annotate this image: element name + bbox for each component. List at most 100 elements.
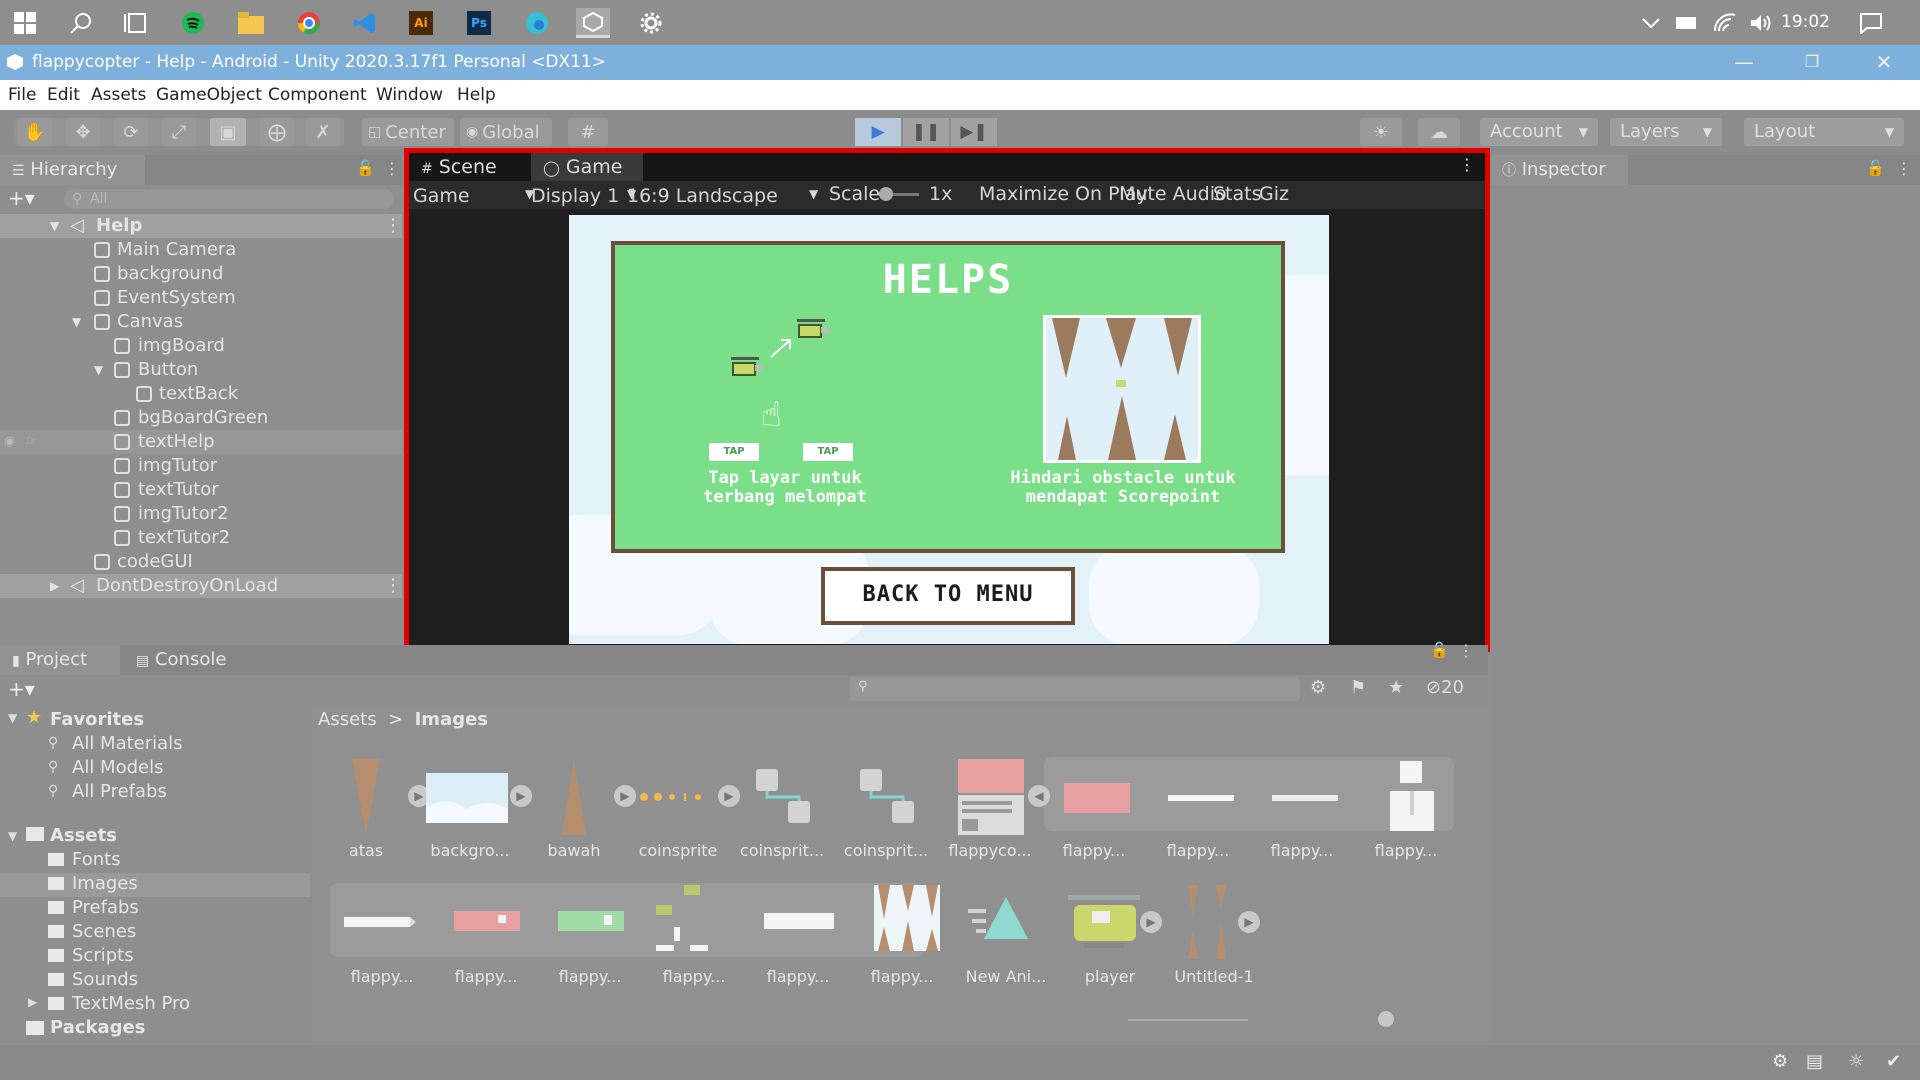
spotify-icon[interactable] — [178, 8, 208, 38]
close-icon[interactable]: ✕ — [1864, 47, 1904, 77]
asset-flappy-4[interactable]: flappy... — [1354, 757, 1458, 867]
rect-tool-icon[interactable]: ▣ — [210, 118, 246, 146]
favorite-all-models[interactable]: All Models — [72, 757, 163, 778]
menu-gameobject[interactable]: GameObject — [156, 85, 262, 105]
folder-prefabs[interactable]: Prefabs — [72, 897, 139, 918]
kebab-menu-icon[interactable]: ⋮ — [384, 214, 402, 238]
check-circle-icon[interactable]: ✔ — [1886, 1051, 1901, 1072]
space-toggle[interactable]: ◉ Global — [460, 118, 552, 146]
tab-project[interactable]: ▮ Project — [0, 645, 120, 675]
tab-console[interactable]: ▤ Console — [124, 645, 254, 675]
vscode-icon[interactable] — [350, 8, 380, 38]
layers-dropdown[interactable]: Layers ▼ — [1610, 118, 1722, 146]
breadcrumb-images[interactable]: Images — [415, 709, 488, 730]
label-tag-icon[interactable]: ⚑ — [1350, 677, 1366, 698]
hierarchy-item-dontdestroyonload[interactable]: ▶ ◁ DontDestroyOnLoad ⋮ — [0, 574, 402, 598]
asset-player[interactable]: player — [1058, 883, 1162, 993]
asset-coinsprite-2[interactable]: coinsprit... — [730, 757, 834, 867]
mute-audio-toggle[interactable]: Mute Audio — [1119, 183, 1227, 205]
favorite-all-prefabs[interactable]: All Prefabs — [72, 781, 167, 802]
hierarchy-item-texthelp[interactable]: ◉ ☞ textHelp — [0, 430, 402, 454]
menu-assets[interactable]: Assets — [91, 85, 146, 105]
kebab-menu-icon[interactable]: ⋮ — [1459, 155, 1475, 174]
hierarchy-item-bgboardgreen[interactable]: bgBoardGreen — [0, 406, 402, 430]
menu-component[interactable]: Component — [268, 85, 367, 105]
hierarchy-item-help[interactable]: ▼ ◁ Help ⋮ — [0, 214, 402, 238]
tab-hierarchy[interactable]: ☰ Hierarchy — [0, 155, 145, 185]
clock[interactable]: 19:02 — [1781, 12, 1830, 32]
asset-flappy-8[interactable]: flappy... — [642, 883, 746, 993]
hierarchy-item-textback[interactable]: textBack — [0, 382, 402, 406]
filter-type-icon[interactable]: ⚙ — [1310, 677, 1326, 698]
kebab-menu-icon[interactable]: ⋮ — [1458, 641, 1474, 660]
visibility-eye-icon[interactable]: ◉ — [4, 430, 15, 454]
thumbnail-size-slider[interactable] — [1128, 1019, 1248, 1021]
hierarchy-item-button[interactable]: ▼ Button — [0, 358, 402, 382]
folder-sounds[interactable]: Sounds — [72, 969, 138, 990]
hand-tool-icon[interactable]: ✋ — [18, 118, 52, 146]
assets-header[interactable]: Assets — [50, 825, 117, 846]
folder-images[interactable]: Images — [72, 873, 138, 894]
tab-game[interactable]: ◯ Game — [531, 153, 643, 181]
expand-sprite-icon[interactable]: ▶ — [1238, 911, 1260, 933]
lock-icon[interactable]: 🔓 — [1430, 641, 1449, 659]
collab-icon[interactable]: ☀ — [1360, 118, 1402, 146]
asset-untitled-1[interactable]: Untitled-1 — [1162, 883, 1266, 993]
asset-background[interactable]: backgro... — [418, 757, 522, 867]
windows-start-icon[interactable] — [10, 8, 40, 38]
hierarchy-item-imgtutor[interactable]: imgTutor — [0, 454, 402, 478]
unity-icon[interactable] — [576, 8, 610, 38]
hierarchy-search-input[interactable]: ⚲ All — [64, 189, 394, 209]
hierarchy-item-imgtutor2[interactable]: imgTutor2 — [0, 502, 402, 526]
account-dropdown[interactable]: Account ▼ — [1480, 118, 1598, 146]
asset-atas[interactable]: atas — [314, 757, 418, 867]
project-search-input[interactable]: ⚲ — [850, 677, 1300, 701]
debug-icon[interactable]: ⚙ — [1772, 1051, 1788, 1072]
lock-icon[interactable]: 🔓 — [1866, 159, 1885, 177]
hidden-packages-toggle[interactable]: ⊘20 — [1426, 677, 1464, 698]
restore-icon[interactable]: ❐ — [1792, 47, 1832, 77]
hierarchy-item-main-camera[interactable]: Main Camera — [0, 238, 402, 262]
play-button[interactable]: ▶ — [855, 118, 901, 146]
task-view-icon[interactable] — [120, 8, 150, 38]
hierarchy-item-texttutor2[interactable]: textTutor2 — [0, 526, 402, 550]
asset-flappycopter[interactable]: flappyco... — [938, 757, 1042, 867]
game-viewport[interactable]: HELPS ☝ TAP TAP Tap layar untuk terbang … — [569, 215, 1329, 644]
hierarchy-item-eventsystem[interactable]: EventSystem — [0, 286, 402, 310]
pivot-toggle[interactable]: ◱ Center — [362, 118, 454, 146]
layout-dropdown[interactable]: Layout ▼ — [1744, 118, 1904, 146]
hierarchy-item-texttutor[interactable]: textTutor — [0, 478, 402, 502]
notification-icon[interactable] — [1856, 8, 1886, 38]
asset-new-animation[interactable]: New Ani... — [954, 883, 1058, 993]
stats-toggle[interactable]: Stats — [1213, 183, 1262, 205]
add-icon[interactable]: +▾ — [8, 186, 35, 210]
scale-tool-icon[interactable]: ⤢ — [162, 118, 196, 146]
asset-flappy-9[interactable]: flappy... — [746, 883, 850, 993]
folder-textmesh-pro[interactable]: TextMesh Pro — [72, 993, 190, 1014]
grid-snap-icon[interactable]: # — [568, 118, 608, 146]
asset-coinsprite[interactable]: coinsprite — [626, 757, 730, 867]
tab-scene[interactable]: # Scene — [409, 153, 529, 181]
pickable-hand-icon[interactable]: ☞ — [26, 430, 38, 454]
transform-tool-icon[interactable]: ⨁ — [260, 118, 294, 146]
kebab-menu-icon[interactable]: ⋮ — [1896, 159, 1912, 178]
asset-bawah[interactable]: bawah — [522, 757, 626, 867]
kebab-menu-icon[interactable]: ⋮ — [384, 574, 402, 598]
hierarchy-item-background[interactable]: background — [0, 262, 402, 286]
add-icon[interactable]: +▾ — [8, 677, 35, 701]
illustrator-icon[interactable]: Ai — [406, 8, 436, 38]
favorites-header[interactable]: Favorites — [50, 709, 144, 730]
wifi-icon[interactable] — [1710, 8, 1740, 38]
folder-scenes[interactable]: Scenes — [72, 921, 136, 942]
chrome-icon[interactable] — [294, 8, 324, 38]
favorite-star-icon[interactable]: ★ — [1388, 677, 1404, 698]
folder-scripts[interactable]: Scripts — [72, 945, 134, 966]
menu-edit[interactable]: Edit — [47, 85, 80, 105]
auto-generate-lighting-icon[interactable]: ☼ — [1848, 1051, 1864, 1072]
hierarchy-item-codegui[interactable]: codeGUI — [0, 550, 402, 574]
custom-tool-icon[interactable]: ✗ — [306, 118, 340, 146]
thumbnail-size-handle[interactable] — [1378, 1011, 1394, 1027]
hierarchy-item-imgboard[interactable]: imgBoard — [0, 334, 402, 358]
hierarchy-item-canvas[interactable]: ▼ Canvas — [0, 310, 402, 334]
cloud-icon[interactable]: ☁ — [1418, 118, 1460, 146]
